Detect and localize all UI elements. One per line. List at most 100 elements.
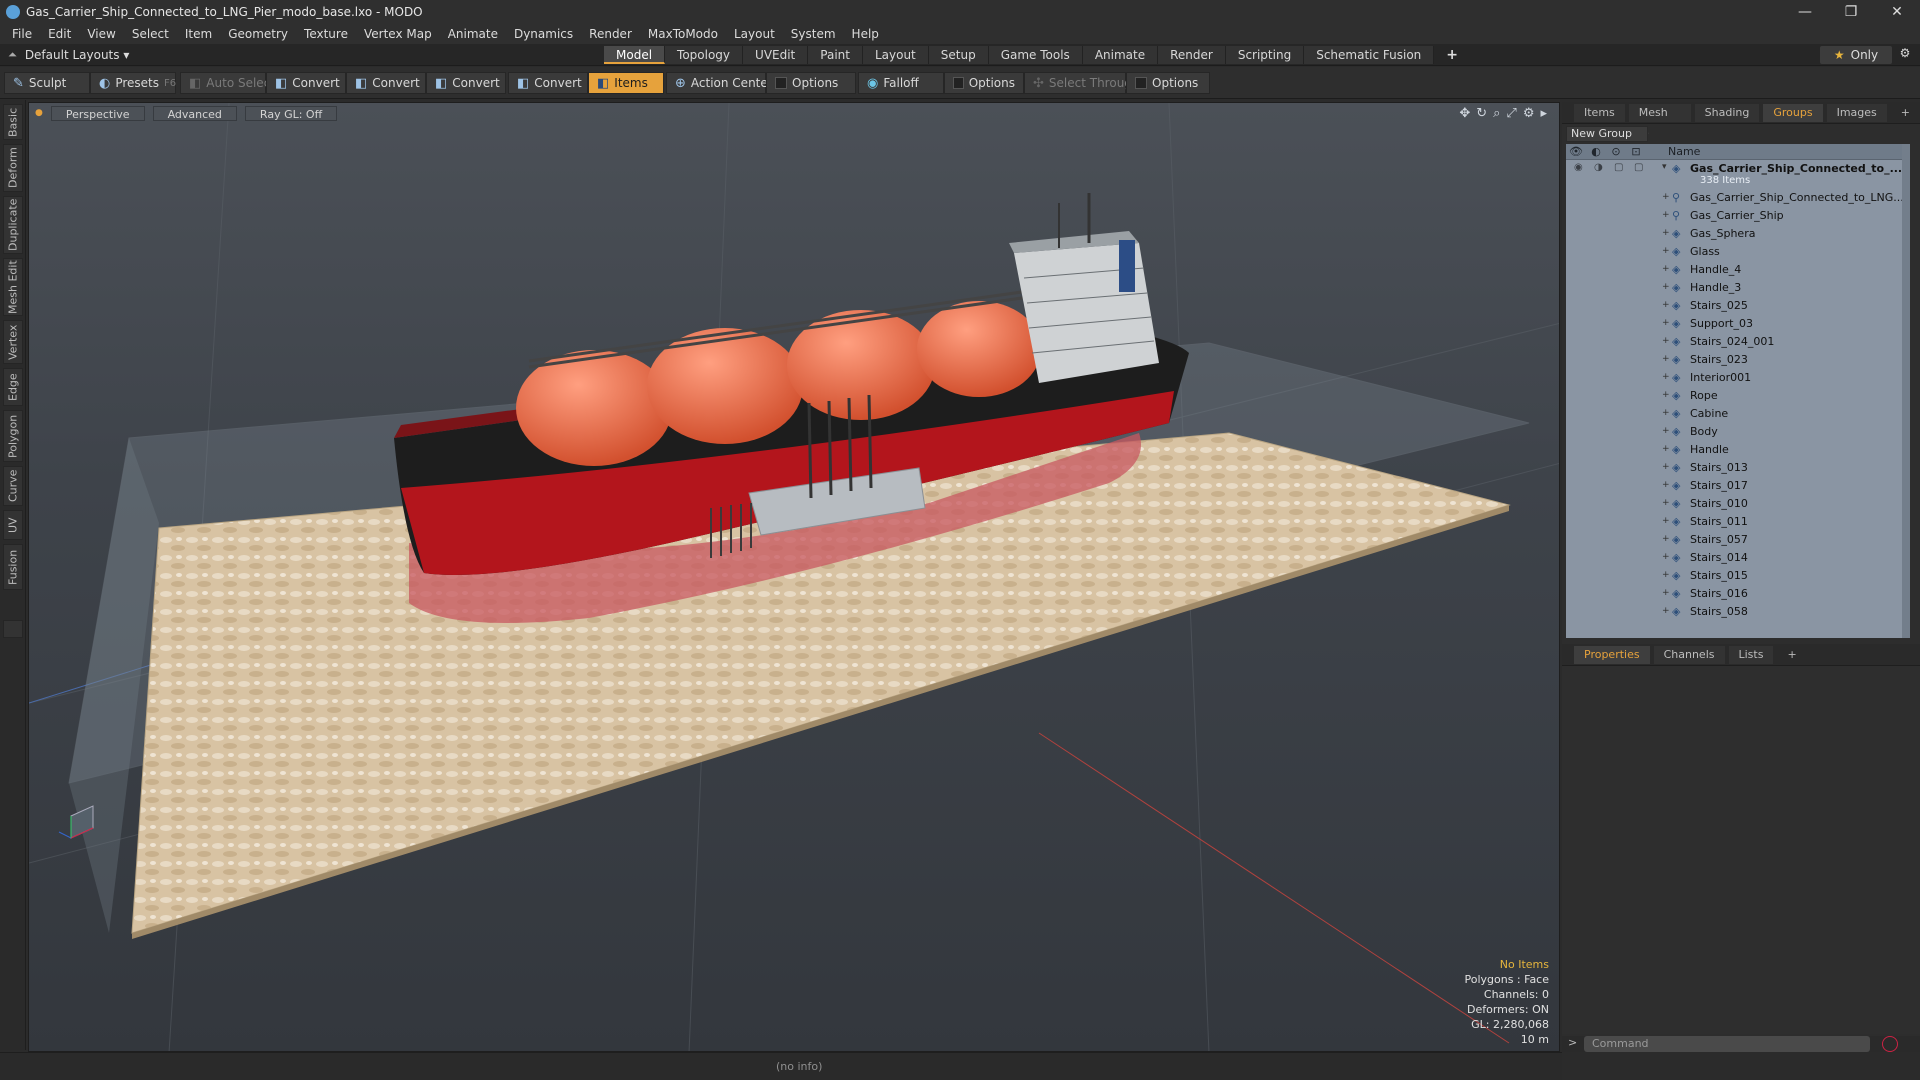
maximize-icon[interactable]: ⤢	[1506, 106, 1516, 121]
options-checkbox[interactable]	[775, 77, 787, 89]
left-tab-uv[interactable]: UV	[3, 510, 23, 540]
list-item[interactable]: + ⚲ Gas_Carrier_Ship_Connected_to_LNG...	[1566, 188, 1910, 206]
left-tab-edge[interactable]: Edge	[3, 368, 23, 406]
left-tab-mesh-edit[interactable]: Mesh Edit	[3, 258, 23, 316]
zoom-icon[interactable]: ⌕	[1493, 106, 1500, 121]
expand-arrow-icon[interactable]: +	[1662, 210, 1672, 220]
expand-arrow-icon[interactable]: +	[1662, 462, 1672, 472]
expand-arrow-icon[interactable]: +	[1662, 282, 1672, 292]
command-input[interactable]: Command	[1584, 1036, 1870, 1052]
list-item[interactable]: + ◈ Stairs_017	[1566, 476, 1910, 494]
options-checkbox[interactable]	[953, 77, 964, 89]
tab-uvedit[interactable]: UVEdit	[743, 46, 809, 64]
expand-arrow-icon[interactable]: +	[1662, 588, 1672, 598]
list-item[interactable]: + ◈ Interior001	[1566, 368, 1910, 386]
render-icon[interactable]: ◑	[1594, 162, 1606, 174]
options-checkbox[interactable]	[1135, 77, 1147, 89]
perspective-button[interactable]: Perspective	[50, 105, 145, 121]
expand-arrow-icon[interactable]: +	[1662, 480, 1672, 490]
menu-animate[interactable]: Animate	[440, 27, 506, 41]
menu-select[interactable]: Select	[124, 27, 177, 41]
gear-icon[interactable]: ⚙	[1896, 46, 1914, 64]
list-item[interactable]: + ◈ Glass	[1566, 242, 1910, 260]
expand-arrow-icon[interactable]: +	[1662, 552, 1672, 562]
group-root-row[interactable]: ◉ ◑ ▢ ▢ ▾ ◈ Gas_Carrier_Ship_Connected_to_.…	[1566, 160, 1910, 188]
lock-icon[interactable]: ▢	[1614, 162, 1626, 174]
list-item[interactable]: + ◈ Stairs_016	[1566, 584, 1910, 602]
menu-render[interactable]: Render	[581, 27, 640, 41]
rotate-icon[interactable]: ↻	[1476, 106, 1487, 121]
list-item[interactable]: + ◈ Stairs_025	[1566, 296, 1910, 314]
presets-button[interactable]: ◐ Presets F6	[90, 72, 176, 94]
tab-shading[interactable]: Shading	[1694, 103, 1760, 122]
left-tab-deform[interactable]: Deform	[3, 144, 23, 192]
list-item[interactable]: + ◈ Gas_Sphera	[1566, 224, 1910, 242]
expand-arrow-icon[interactable]: +	[1662, 408, 1672, 418]
expand-arrow-icon[interactable]: +	[1662, 444, 1672, 454]
list-item[interactable]: + ◈ Handle_3	[1566, 278, 1910, 296]
menu-system[interactable]: System	[783, 27, 844, 41]
falloff-options-button[interactable]: Options	[944, 72, 1024, 94]
convert-button-1[interactable]: ◧ Convert	[266, 72, 346, 94]
expand-arrow-icon[interactable]: +	[1662, 300, 1672, 310]
auto-select-button[interactable]: ◧ Auto Select	[180, 72, 275, 94]
menu-item[interactable]: Item	[177, 27, 220, 41]
menu-edit[interactable]: Edit	[40, 27, 79, 41]
select-header-icon[interactable]: ⊡	[1626, 145, 1646, 158]
list-item[interactable]: + ⚲ Gas_Carrier_Ship	[1566, 206, 1910, 224]
minimize-button[interactable]: —	[1782, 0, 1828, 24]
list-item[interactable]: + ◈ Stairs_011	[1566, 512, 1910, 530]
list-item[interactable]: + ◈ Stairs_058	[1566, 602, 1910, 620]
list-item[interactable]: + ◈ Stairs_015	[1566, 566, 1910, 584]
viewport-more-icon[interactable]: ▸	[1540, 106, 1547, 121]
raygl-button[interactable]: Ray GL: Off	[244, 105, 338, 121]
expand-arrow-icon[interactable]: +	[1662, 516, 1672, 526]
convert-button-2[interactable]: ◧ Convert	[346, 72, 426, 94]
layout-selector[interactable]: Default Layouts ▾	[25, 48, 130, 62]
list-item[interactable]: + ◈ Stairs_024_001	[1566, 332, 1910, 350]
left-tab-fusion[interactable]: Fusion	[3, 544, 23, 590]
list-item[interactable]: + ◈ Support_03	[1566, 314, 1910, 332]
expand-arrow-icon[interactable]: +	[1662, 498, 1672, 508]
tab-topology[interactable]: Topology	[665, 46, 744, 64]
menu-maxtomodo[interactable]: MaxToModo	[640, 27, 726, 41]
expand-arrow-icon[interactable]: +	[1662, 354, 1672, 364]
left-tab-basic[interactable]: Basic	[3, 104, 23, 140]
list-item[interactable]: + ◈ Rope	[1566, 386, 1910, 404]
expand-arrow-icon[interactable]: +	[1662, 534, 1672, 544]
expand-arrow-icon[interactable]: +	[1662, 426, 1672, 436]
list-item[interactable]: + ◈ Stairs_014	[1566, 548, 1910, 566]
expand-arrow-icon[interactable]: +	[1662, 318, 1672, 328]
expand-arrow-icon[interactable]: +	[1662, 192, 1672, 202]
select-through-options-button[interactable]: Options	[1126, 72, 1210, 94]
expand-arrow-icon[interactable]: +	[1662, 246, 1672, 256]
eye-icon[interactable]: ◉	[1574, 162, 1586, 174]
select-through-button[interactable]: ✣ Select Through	[1024, 72, 1140, 94]
tab-properties[interactable]: Properties	[1574, 645, 1650, 664]
name-column-header[interactable]: Name	[1668, 145, 1700, 158]
layout-toggle-icon[interactable]: ⏶	[8, 48, 17, 62]
tab-items[interactable]: Items	[1574, 103, 1625, 122]
list-item[interactable]: + ◈ Handle_4	[1566, 260, 1910, 278]
viewport-gear-icon[interactable]: ⚙	[1523, 106, 1535, 121]
menu-vertex-map[interactable]: Vertex Map	[356, 27, 440, 41]
list-item[interactable]: + ◈ Stairs_023	[1566, 350, 1910, 368]
menu-texture[interactable]: Texture	[296, 27, 356, 41]
maximize-button[interactable]: ❐	[1828, 0, 1874, 24]
list-item[interactable]: + ◈ Handle	[1566, 440, 1910, 458]
pan-icon[interactable]: ✥	[1459, 106, 1470, 121]
tab-layout[interactable]: Layout	[862, 46, 929, 64]
left-tab-polygon[interactable]: Polygon	[3, 410, 23, 462]
record-icon[interactable]	[1882, 1036, 1898, 1052]
items-mode-button[interactable]: ◧ Items	[588, 72, 664, 94]
menu-layout[interactable]: Layout	[726, 27, 783, 41]
expand-arrow-icon[interactable]: +	[1662, 228, 1672, 238]
sculpt-button[interactable]: ✎ Sculpt	[4, 72, 90, 94]
tab-render[interactable]: Render	[1158, 46, 1226, 64]
viewport-menu-icon[interactable]: ●	[35, 108, 43, 118]
expand-arrow-icon[interactable]: +	[1662, 390, 1672, 400]
tab-mesh[interactable]: Mesh ...	[1628, 103, 1691, 137]
menu-dynamics[interactable]: Dynamics	[506, 27, 581, 41]
visibility-header-icon[interactable]: 👁	[1566, 145, 1586, 158]
add-panel-tab-button[interactable]: +	[1891, 104, 1920, 122]
